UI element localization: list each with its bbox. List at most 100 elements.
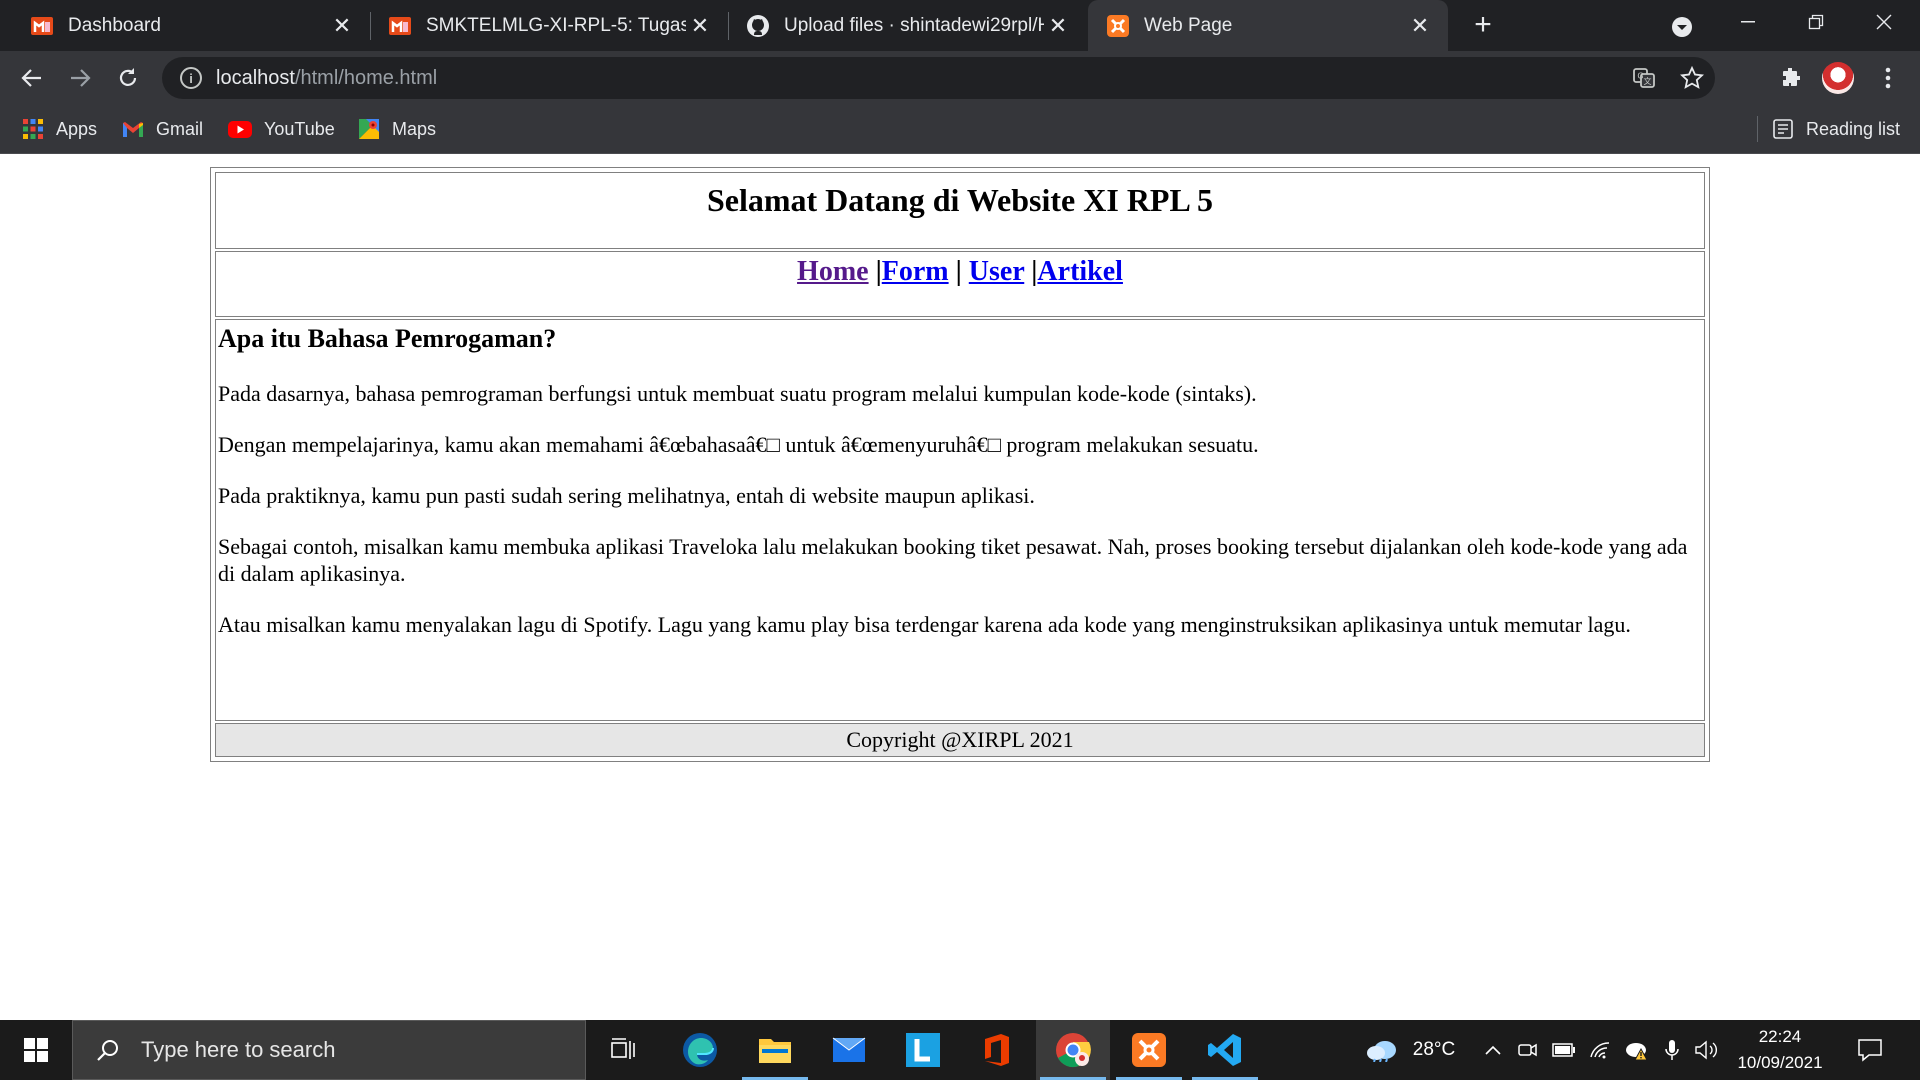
article-paragraph: Pada praktiknya, kamu pun pasti sudah se…: [218, 483, 1035, 508]
maps-icon: [358, 118, 380, 140]
svg-text:G: G: [1637, 72, 1643, 81]
close-tab-icon[interactable]: ✕: [328, 12, 356, 40]
header-cell: Selamat Datang di Website XI RPL 5: [215, 172, 1705, 249]
reload-button[interactable]: [109, 59, 147, 97]
battery-icon[interactable]: [1550, 1020, 1578, 1080]
nav-separator: |: [1024, 256, 1038, 287]
browser-menu-icon[interactable]: [1868, 59, 1908, 97]
vscode-icon: [1208, 1034, 1241, 1066]
task-view-icon: [611, 1038, 635, 1059]
taskbar-mail[interactable]: [812, 1020, 886, 1080]
tab-smktelmlg[interactable]: SMKTELMLG-XI-RPL-5: Tugas Lay ✕: [358, 0, 728, 51]
article-title: Apa itu Bahasa Pemrogaman?: [218, 324, 557, 353]
nav-link-user[interactable]: User: [969, 256, 1024, 287]
page-title: Selamat Datang di Website XI RPL 5: [706, 182, 1214, 218]
footer-cell: Copyright @XIRPL 2021: [215, 723, 1705, 757]
article-paragraph: Sebagai contoh, misalkan kamu membuka ap…: [218, 534, 1688, 586]
taskbar-office[interactable]: [960, 1020, 1034, 1080]
profile-avatar[interactable]: [1822, 62, 1854, 94]
meet-now-icon[interactable]: [1514, 1020, 1542, 1080]
microphone-icon[interactable]: [1658, 1020, 1686, 1080]
browser-toolbar: i localhost/html/home.html 文G: [0, 51, 1920, 105]
address-bar[interactable]: i localhost/html/home.html 文G: [162, 57, 1715, 99]
bookmark-label: Gmail: [156, 118, 204, 139]
reading-list-button[interactable]: Reading list: [1772, 105, 1900, 153]
article-paragraph: Pada dasarnya, bahasa pemrograman berfun…: [218, 381, 1257, 406]
clock-date: 10/09/2021: [1737, 1053, 1823, 1072]
onedrive-warning-icon[interactable]: [1620, 1020, 1652, 1080]
weather-icon[interactable]: [1362, 1020, 1402, 1080]
windows-icon: [24, 1038, 48, 1062]
notification-center-icon[interactable]: [1853, 1034, 1887, 1066]
tab-title: Web Page: [1144, 14, 1233, 36]
bookmark-label: Apps: [56, 118, 98, 139]
folder-icon: [759, 1039, 791, 1063]
bookmark-label: Maps: [392, 118, 437, 139]
reading-list-icon: [1772, 118, 1794, 140]
task-view-button[interactable]: [587, 1020, 661, 1080]
gmail-icon: [122, 118, 144, 140]
volume-icon[interactable]: [1692, 1020, 1722, 1080]
tab-title: Dashboard: [68, 14, 161, 36]
tab-github-upload[interactable]: Upload files · shintadewi29rpl/HT ✕: [716, 0, 1086, 51]
url-text: localhost/html/home.html: [216, 66, 438, 89]
taskbar-app-l[interactable]: [886, 1020, 960, 1080]
content-cell: Apa itu Bahasa Pemrogaman? Pada dasarnya…: [215, 319, 1705, 721]
weather-temp[interactable]: 28°C: [1404, 1020, 1464, 1080]
new-tab-button[interactable]: +: [1466, 8, 1500, 42]
chrome-icon: [1056, 1033, 1091, 1068]
office-icon: [985, 1034, 1009, 1066]
tab-search-button[interactable]: [1652, 5, 1712, 49]
search-placeholder: Type here to search: [141, 1037, 336, 1062]
restore-button[interactable]: [1786, 0, 1846, 44]
extensions-icon[interactable]: [1770, 59, 1810, 97]
bookmark-maps[interactable]: Maps: [358, 105, 436, 153]
nav-link-home[interactable]: Home: [797, 256, 869, 287]
edge-icon: [683, 1033, 717, 1067]
tray-chevron-up-icon[interactable]: [1478, 1020, 1508, 1080]
xampp-icon: [1106, 14, 1130, 38]
minimize-button[interactable]: [1718, 0, 1778, 44]
moodle-icon: [388, 14, 412, 38]
tab-strip: Dashboard ✕ SMKTELMLG-XI-RPL-5: Tugas La…: [0, 0, 1920, 51]
taskbar-edge[interactable]: [663, 1020, 737, 1080]
bookmark-youtube[interactable]: YouTube: [228, 105, 335, 153]
copyright-text: Copyright @XIRPL 2021: [846, 727, 1074, 752]
github-icon: [746, 14, 770, 38]
taskbar-search-box[interactable]: Type here to search: [72, 1020, 586, 1080]
tab-title: SMKTELMLG-XI-RPL-5: Tugas Lay: [426, 14, 686, 36]
nav-link-form[interactable]: Form: [882, 256, 949, 287]
taskbar: Type here to search 28°C 22:24 10/09/202…: [0, 1020, 1920, 1080]
youtube-icon: [228, 118, 252, 140]
tab-dashboard[interactable]: Dashboard ✕: [0, 0, 370, 51]
nav-separator: |: [868, 256, 882, 287]
start-button[interactable]: [0, 1020, 72, 1080]
site-info-icon[interactable]: i: [180, 67, 202, 89]
wifi-icon[interactable]: [1586, 1020, 1614, 1080]
taskbar-clock[interactable]: 22:24 10/09/2021: [1725, 1024, 1835, 1076]
nav-cell: Home |Form | User |Artikel: [215, 251, 1705, 317]
bookmark-star-icon[interactable]: [1672, 57, 1712, 99]
tab-web-page[interactable]: Web Page ✕: [1088, 0, 1448, 51]
taskbar-file-explorer[interactable]: [738, 1020, 812, 1080]
moodle-icon: [30, 14, 54, 38]
taskbar-vscode[interactable]: [1188, 1020, 1262, 1080]
nav-separator: |: [948, 256, 969, 287]
bookmark-label: YouTube: [264, 118, 335, 139]
svg-text:文: 文: [1644, 76, 1652, 86]
bookmark-apps[interactable]: Apps: [22, 105, 97, 153]
back-button[interactable]: [13, 59, 51, 97]
clock-time: 22:24: [1758, 1027, 1802, 1046]
close-window-button[interactable]: [1854, 0, 1914, 44]
nav-link-artikel[interactable]: Artikel: [1037, 256, 1123, 287]
translate-icon[interactable]: 文G: [1624, 57, 1664, 99]
close-tab-icon[interactable]: ✕: [1406, 12, 1434, 40]
forward-button[interactable]: [61, 59, 99, 97]
taskbar-xampp[interactable]: [1112, 1020, 1186, 1080]
bookmark-gmail[interactable]: Gmail: [122, 105, 203, 153]
article-paragraph: Dengan mempelajarinya, kamu akan memaham…: [218, 432, 1259, 457]
close-tab-icon[interactable]: ✕: [1044, 12, 1072, 40]
close-tab-icon[interactable]: ✕: [686, 12, 714, 40]
taskbar-chrome[interactable]: [1036, 1020, 1110, 1080]
apps-grid-icon: [22, 118, 44, 140]
